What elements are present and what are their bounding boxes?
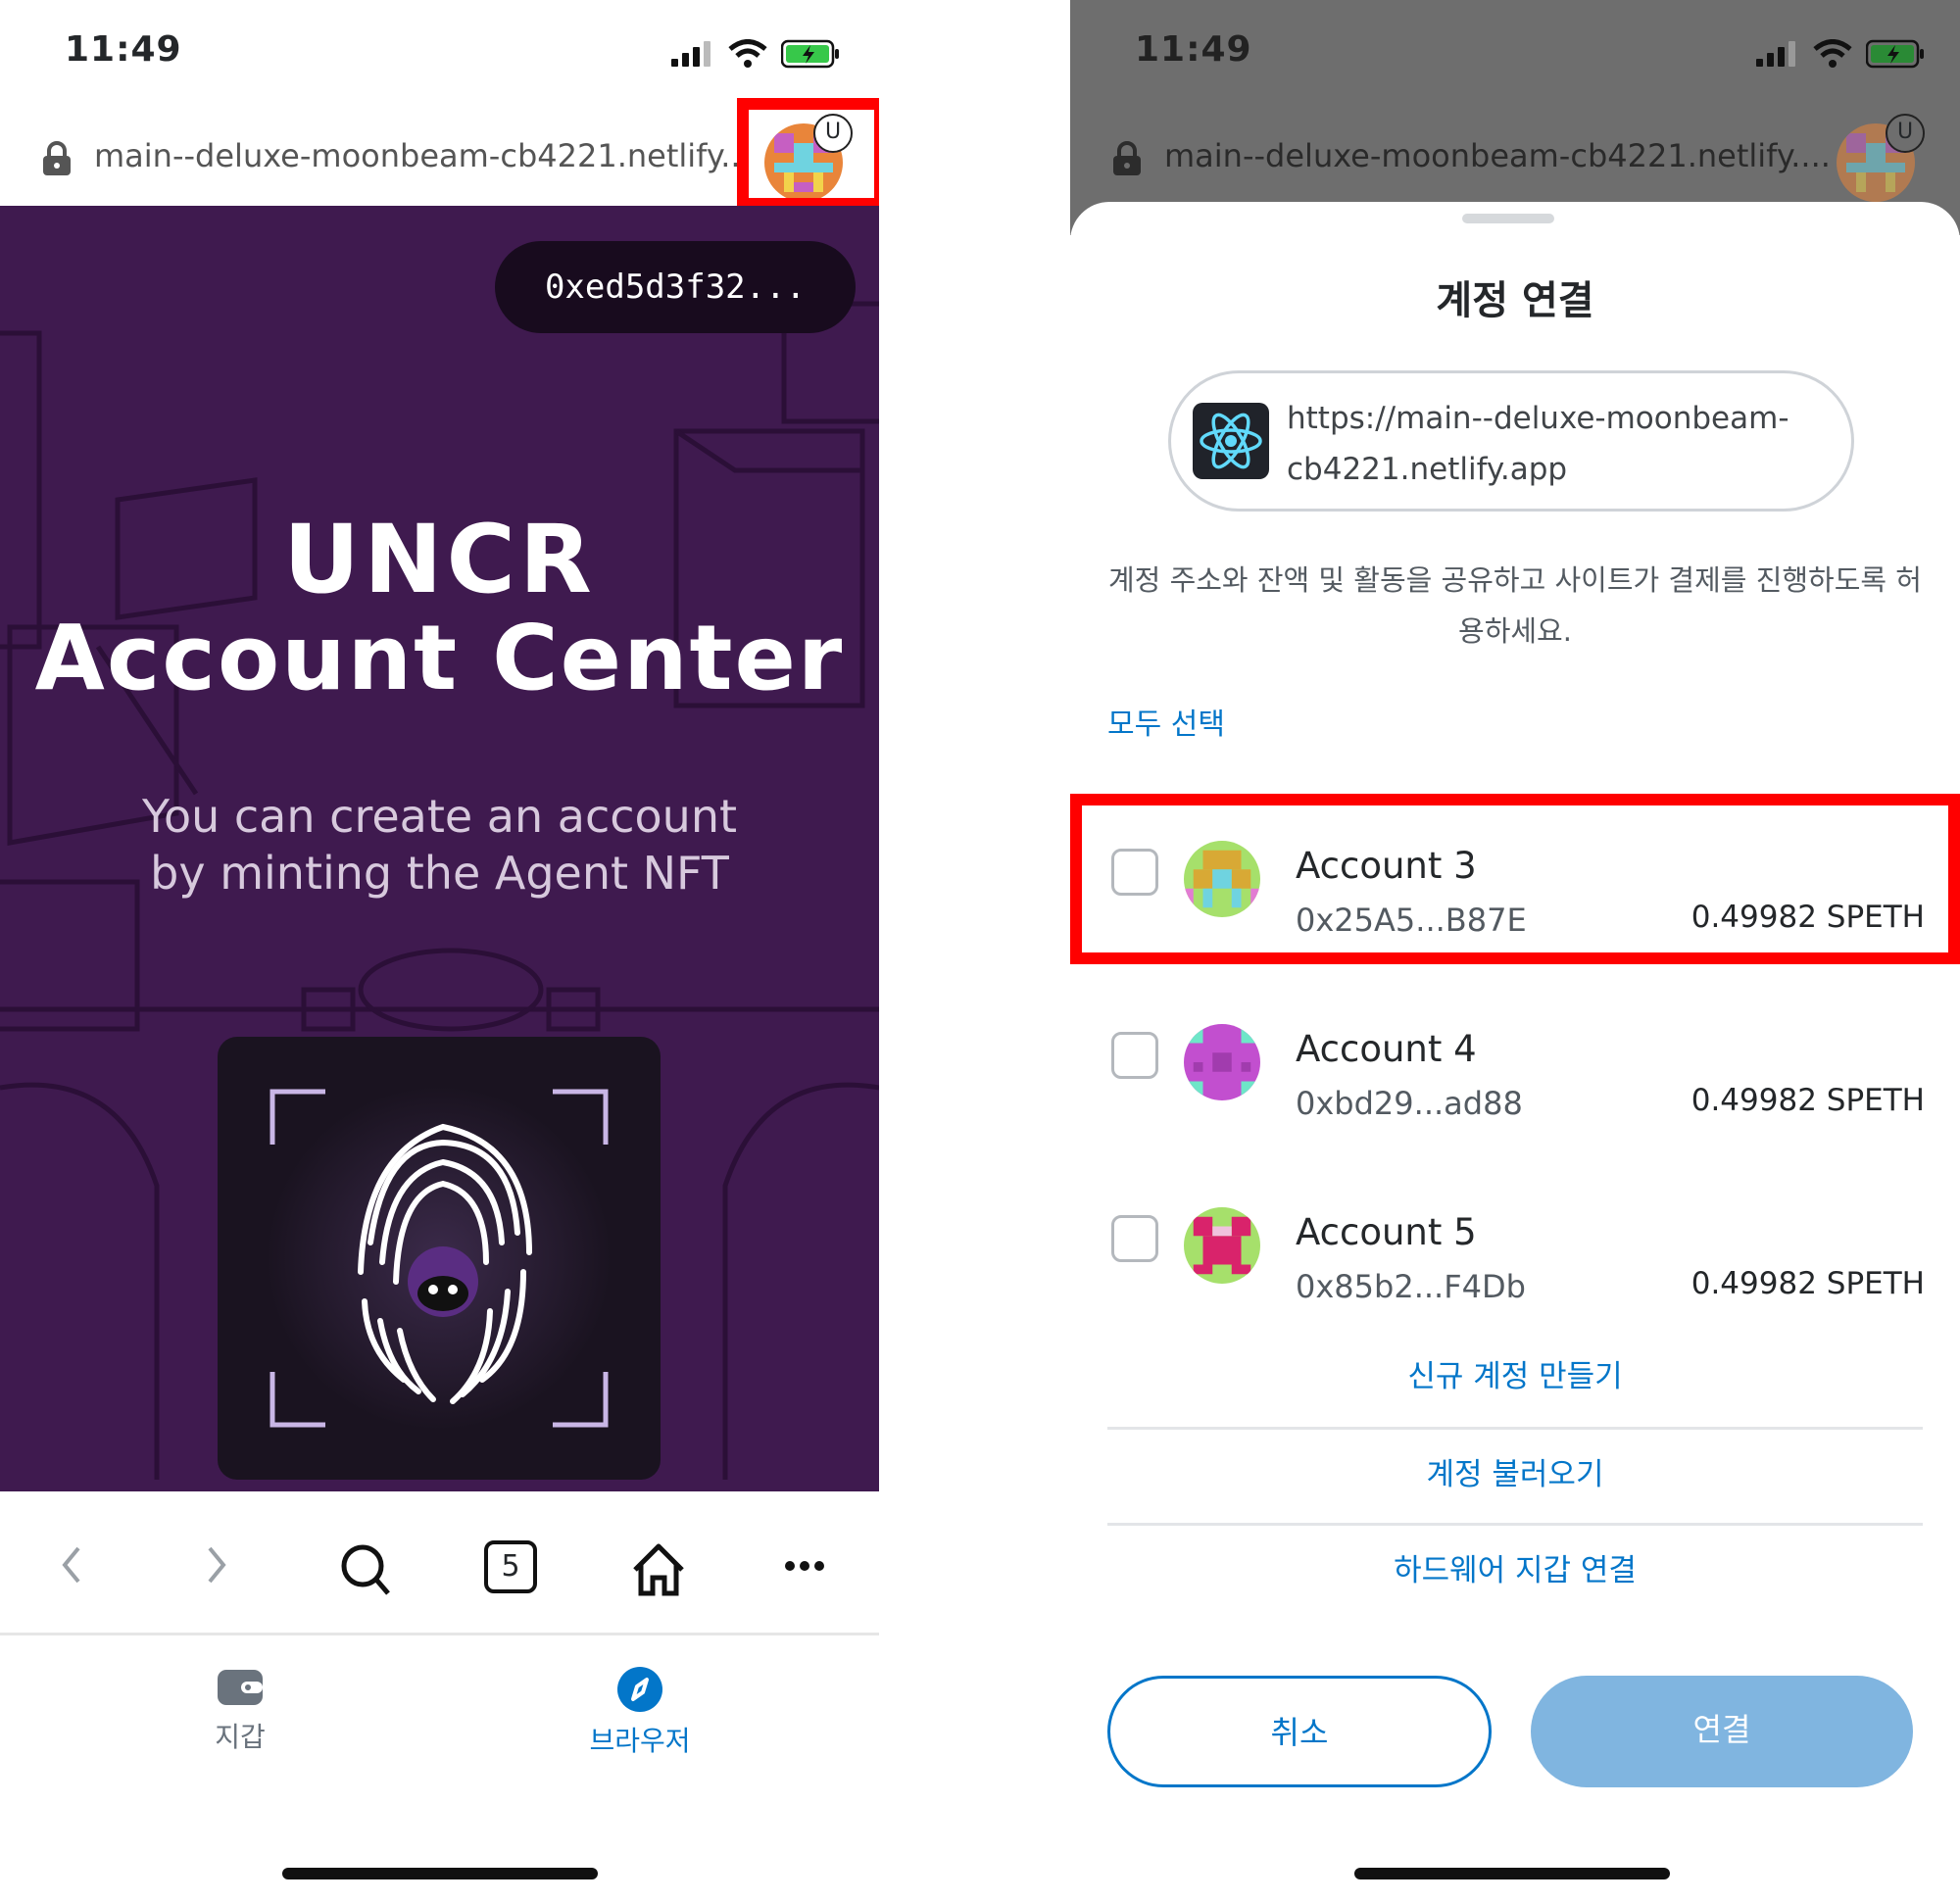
highlight-box [737,98,879,210]
hero-subtitle-line1: You can create an account [141,790,738,843]
hero-title: UNCR Account Center [0,510,879,707]
connect-hardware-wallet-link[interactable]: 하드웨어 지갑 연결 [1107,1523,1923,1619]
account-checkbox[interactable] [1111,1032,1158,1079]
account-row[interactable]: Account 4 0xbd29...ad88 0.49982 SPETH [1070,1002,1960,1159]
home-indicator [1354,1868,1670,1879]
url-text: main--deluxe-moonbeam-cb4221.netlify... [94,137,751,174]
hero-subtitle-line2: by minting the Agent NFT [150,847,729,900]
home-icon[interactable] [629,1540,688,1599]
status-icons [671,39,840,69]
tab-count: 5 [501,1549,520,1584]
search-icon[interactable] [339,1540,392,1599]
status-icons [1756,39,1925,69]
battery-charging-icon [781,39,839,69]
wifi-icon [1813,39,1852,68]
account-address: 0xbd29...ad88 [1296,1085,1523,1122]
account-name: Account 5 [1296,1211,1477,1253]
react-logo-icon [1193,403,1269,479]
site-url-line2: cb4221.netlify.app [1287,452,1568,487]
forward-icon[interactable] [202,1540,231,1589]
hero-title-line1: UNCR [283,505,596,614]
select-all-link[interactable]: 모두 선택 [1107,700,1225,743]
compass-icon [617,1667,662,1712]
battery-charging-icon [1866,39,1924,69]
url-bar: main--deluxe-moonbeam-cb4221.netlify....… [1070,110,1960,204]
import-account-link[interactable]: 계정 불러오기 [1107,1427,1923,1523]
create-account-link[interactable]: 신규 계정 만들기 [1107,1329,1923,1425]
dimmed-browser-header: 11:49 main--deluxe-moonbeam-cb4221.netli… [1070,0,1960,235]
account-address: 0x85b2...F4Db [1296,1268,1526,1305]
bottom-tab-bar: 지갑 브라우저 [0,1666,879,1803]
back-icon[interactable] [57,1540,86,1589]
sheet-title: 계정 연결 [1436,278,1594,323]
connect-accounts-screen: 11:49 main--deluxe-moonbeam-cb4221.netli… [1070,0,1960,1903]
url-text: main--deluxe-moonbeam-cb4221.netlify.... [1164,137,1831,174]
dapp-hero: 0xed5d3f32... UNCR Account Center You ca… [0,206,879,1491]
cancel-button[interactable]: 취소 [1107,1676,1492,1787]
account-balance: 0.49982 SPETH [1690,1266,1925,1301]
site-info: https://main--deluxe-moonbeam- cb4221.ne… [1168,370,1854,512]
lock-icon [1113,141,1141,175]
hero-subtitle: You can create an account by minting the… [0,788,879,902]
tab-wallet-label: 지갑 [215,1721,266,1753]
browser-screen: 11:49 main--deluxe-moonbeam-cb4221.netli… [0,0,879,1903]
status-bar: 11:49 [0,0,879,98]
tab-browser[interactable]: 브라우저 [578,1666,702,1759]
highlight-box [1070,794,1960,964]
hero-title-line2: Account Center [34,605,845,710]
tabs-button[interactable]: 5 [484,1540,537,1593]
connect-sheet: 계정 연결 https://main--deluxe-moonbeam- cb4… [1070,202,1960,1903]
account-row[interactable]: Account 5 0x85b2...F4Db 0.49982 SPETH [1070,1186,1960,1342]
more-options-icon[interactable] [784,1558,825,1574]
site-url: https://main--deluxe-moonbeam- cb4221.ne… [1287,393,1789,495]
status-time: 11:49 [65,29,182,70]
fingerprint-icon [267,1086,612,1431]
site-url-line1: https://main--deluxe-moonbeam- [1287,401,1789,436]
fingerprint-card[interactable] [218,1037,661,1480]
tab-wallet[interactable]: 지갑 [196,1666,284,1755]
status-time: 11:49 [1135,29,1252,70]
home-indicator [282,1868,598,1879]
wallet-address-button[interactable]: 0xed5d3f32... [495,241,856,333]
connect-button[interactable]: 연결 [1531,1676,1913,1787]
account-checkbox[interactable] [1111,1215,1158,1262]
user-badge: U [1886,114,1925,153]
account-balance: 0.49982 SPETH [1690,1083,1925,1118]
account-identicon [1184,1207,1260,1284]
wallet-icon [218,1670,263,1705]
browser-toolbar: 5 [0,1511,879,1635]
sheet-grabber[interactable] [1462,214,1554,223]
signal-icon [1756,41,1795,67]
lock-icon [43,141,71,175]
account-name: Account 4 [1296,1028,1477,1070]
wifi-icon [728,39,767,68]
account-identicon [1184,1024,1260,1100]
signal-icon [671,41,710,67]
permission-description: 계정 주소와 잔액 및 활동을 공유하고 사이트가 결제를 진행하도록 허용하세… [1107,563,1922,648]
tab-browser-label: 브라우저 [589,1725,691,1757]
